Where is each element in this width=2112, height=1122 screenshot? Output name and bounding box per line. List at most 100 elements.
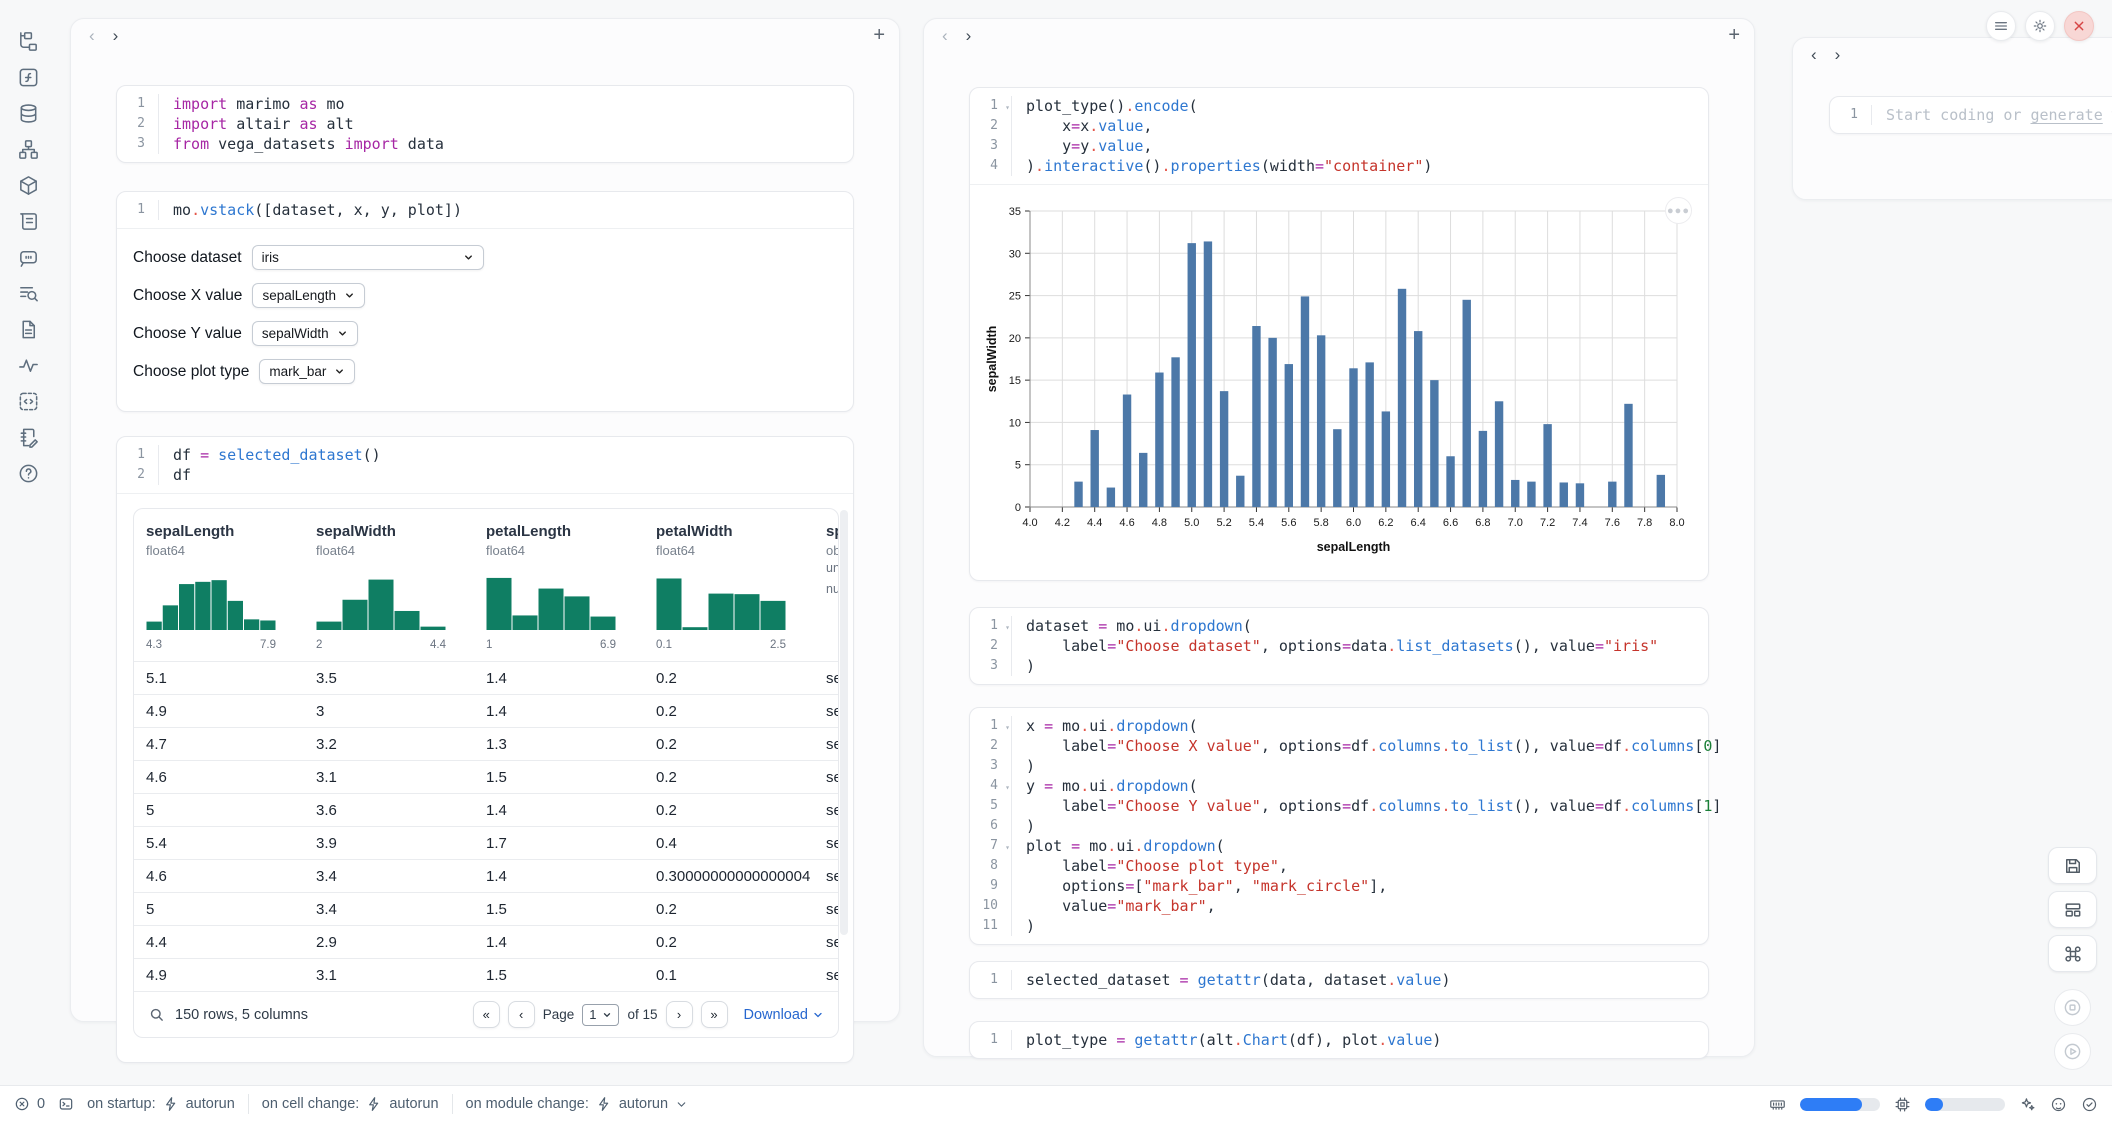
- run-play-icon[interactable]: [2054, 1033, 2091, 1070]
- stop-icon[interactable]: [2054, 989, 2091, 1026]
- code-cell-plot-type[interactable]: 1plot_type = getattr(alt.Chart(df), plot…: [969, 1021, 1709, 1059]
- chevron-right-icon[interactable]: ›: [109, 25, 123, 46]
- chat-assistant-icon[interactable]: [2050, 1096, 2067, 1113]
- on-module-change-setting[interactable]: on module change: autorun: [466, 1096, 689, 1112]
- dropdown-select[interactable]: mark_bar: [259, 359, 355, 384]
- connection-status-icon[interactable]: [2081, 1096, 2098, 1113]
- error-count-badge[interactable]: 0: [14, 1096, 45, 1112]
- code-line: 5 label="Choose Y value", options=df.col…: [970, 796, 1708, 816]
- code-cell-df[interactable]: 1df = selected_dataset()2df sepalLengthf…: [116, 436, 854, 1063]
- add-cell-icon[interactable]: +: [1728, 24, 1740, 47]
- chevron-left-icon[interactable]: ‹: [938, 25, 952, 46]
- terminal-icon[interactable]: [58, 1096, 74, 1112]
- command-keyboard-icon[interactable]: [2048, 935, 2097, 972]
- database-icon[interactable]: [17, 102, 40, 125]
- prev-page-button[interactable]: ‹: [508, 1001, 535, 1028]
- table-row: 4.931.40.2setosa: [134, 694, 838, 727]
- search-icon[interactable]: [148, 1006, 165, 1023]
- menu-icon[interactable]: [1986, 11, 2016, 41]
- on-cell-change-setting[interactable]: on cell change: autorun: [262, 1096, 439, 1112]
- empty-code-cell[interactable]: 1 Start coding or generate with: [1829, 96, 2112, 134]
- chevron-left-icon[interactable]: ‹: [85, 25, 99, 46]
- chart-menu-icon[interactable]: ●●●: [1665, 197, 1692, 224]
- download-button[interactable]: Download: [744, 1007, 825, 1023]
- collapse-caret-icon[interactable]: ▾: [1005, 98, 1010, 118]
- dropdown-select[interactable]: iris: [252, 245, 484, 270]
- dropdown-select[interactable]: sepalWidth: [252, 321, 358, 346]
- collapse-caret-icon[interactable]: ▾: [1005, 778, 1010, 798]
- scratchpad-icon[interactable]: [17, 426, 40, 449]
- code-cell-vstack[interactable]: 1mo.vstack([dataset, x, y, plot]) Choose…: [116, 191, 854, 412]
- code-line: 4▾y = mo.ui.dropdown(: [970, 776, 1708, 796]
- chevron-right-icon[interactable]: ›: [1831, 44, 1845, 65]
- cpu-usage-meter[interactable]: [1925, 1098, 2005, 1111]
- svg-text:30: 30: [1009, 248, 1021, 260]
- scratchpad-panel: ‹ › 1 Start coding or generate with: [1792, 37, 2112, 200]
- dropdown-select[interactable]: sepalLength: [252, 283, 365, 308]
- table-column-header[interactable]: speciesobjectunique:nulls:: [826, 523, 838, 651]
- close-icon[interactable]: [2064, 11, 2094, 41]
- notebook-column-middle: ‹ › + 1▾plot_type().encode(2 x=x.value,3…: [923, 18, 1755, 1057]
- svg-text:5: 5: [1015, 460, 1021, 472]
- dependency-graph-icon[interactable]: [17, 138, 40, 161]
- lightning-icon: [366, 1096, 382, 1112]
- tracer-icon[interactable]: [17, 354, 40, 377]
- column-histogram: [316, 572, 486, 635]
- code-cell-xy-plot-dropdowns[interactable]: 1▾x = mo.ui.dropdown(2 label="Choose X v…: [969, 707, 1709, 945]
- table-row: 4.73.21.30.2setosa: [134, 727, 838, 760]
- code-cell-dataset-dropdown[interactable]: 1▾dataset = mo.ui.dropdown(2 label="Choo…: [969, 607, 1709, 685]
- on-startup-setting[interactable]: on startup: autorun: [87, 1096, 235, 1112]
- svg-text:0: 0: [1015, 502, 1021, 514]
- code-block-icon[interactable]: [17, 390, 40, 413]
- chatbot-icon[interactable]: [17, 246, 40, 269]
- collapse-caret-icon[interactable]: ▾: [1005, 838, 1010, 858]
- table-column-header[interactable]: petalWidthfloat640.12.5: [656, 523, 826, 651]
- collapse-caret-icon[interactable]: ▾: [1005, 618, 1010, 638]
- table-scrollbar[interactable]: [840, 510, 848, 935]
- snippets-icon[interactable]: [17, 318, 40, 341]
- collapse-caret-icon[interactable]: ▾: [1005, 718, 1010, 738]
- last-page-button[interactable]: »: [701, 1001, 728, 1028]
- panel-toolbar: ‹ ›: [1793, 38, 2112, 70]
- circle-x-icon: [14, 1096, 30, 1112]
- help-icon[interactable]: [17, 462, 40, 485]
- package-icon[interactable]: [17, 174, 40, 197]
- chevron-left-icon[interactable]: ‹: [1807, 44, 1821, 65]
- add-cell-icon[interactable]: +: [873, 24, 885, 47]
- cpu-icon[interactable]: [1894, 1096, 1911, 1113]
- panel-toolbar: ‹ › +: [71, 19, 899, 51]
- code-cell-plot[interactable]: 1▾plot_type().encode(2 x=x.value,3 y=y.v…: [969, 87, 1709, 581]
- code-line: 9 options=["mark_bar", "mark_circle"],: [970, 876, 1708, 896]
- code-line: 7▾plot = mo.ui.dropdown(: [970, 836, 1708, 856]
- code-line: 1selected_dataset = getattr(data, datase…: [970, 970, 1708, 990]
- first-page-button[interactable]: «: [473, 1001, 500, 1028]
- svg-text:5.0: 5.0: [1184, 517, 1199, 529]
- log-search-icon[interactable]: [17, 282, 40, 305]
- code-line: 1plot_type = getattr(alt.Chart(df), plot…: [970, 1030, 1708, 1050]
- memory-ram-icon[interactable]: [1769, 1096, 1786, 1113]
- code-cell-selected-dataset[interactable]: 1selected_dataset = getattr(data, datase…: [969, 961, 1709, 999]
- scroll-icon[interactable]: [17, 210, 40, 233]
- dataframe-table: sepalLengthfloat644.37.9sepalWidthfloat6…: [133, 508, 839, 1038]
- file-tree-icon[interactable]: [17, 30, 40, 53]
- generate-link[interactable]: generate: [2031, 106, 2103, 124]
- layout-icon[interactable]: [2048, 891, 2097, 928]
- svg-text:4.8: 4.8: [1152, 517, 1167, 529]
- functions-icon[interactable]: [17, 66, 40, 89]
- lightning-icon: [596, 1096, 612, 1112]
- table-column-header[interactable]: sepalWidthfloat6424.4: [316, 523, 486, 651]
- next-page-button[interactable]: ›: [666, 1001, 693, 1028]
- svg-text:4.4: 4.4: [1087, 517, 1102, 529]
- code-cell-imports[interactable]: 1import marimo as mo2import altair as al…: [116, 85, 854, 163]
- save-icon[interactable]: [2048, 847, 2097, 884]
- chevron-right-icon[interactable]: ›: [962, 25, 976, 46]
- ai-sparkles-icon[interactable]: [2019, 1096, 2036, 1113]
- settings-gear-icon[interactable]: [2025, 11, 2055, 41]
- table-footer: 150 rows, 5 columns « ‹ Page 1 of 15: [134, 991, 838, 1037]
- table-column-header[interactable]: petalLengthfloat6416.9: [486, 523, 656, 651]
- code-line: 1▾dataset = mo.ui.dropdown(: [970, 616, 1708, 636]
- ram-usage-meter[interactable]: [1800, 1098, 1880, 1111]
- bar-chart: 4.04.24.44.64.85.05.25.45.65.86.06.26.46…: [982, 195, 1696, 568]
- table-column-header[interactable]: sepalLengthfloat644.37.9: [146, 523, 316, 651]
- page-select[interactable]: 1: [582, 1004, 619, 1026]
